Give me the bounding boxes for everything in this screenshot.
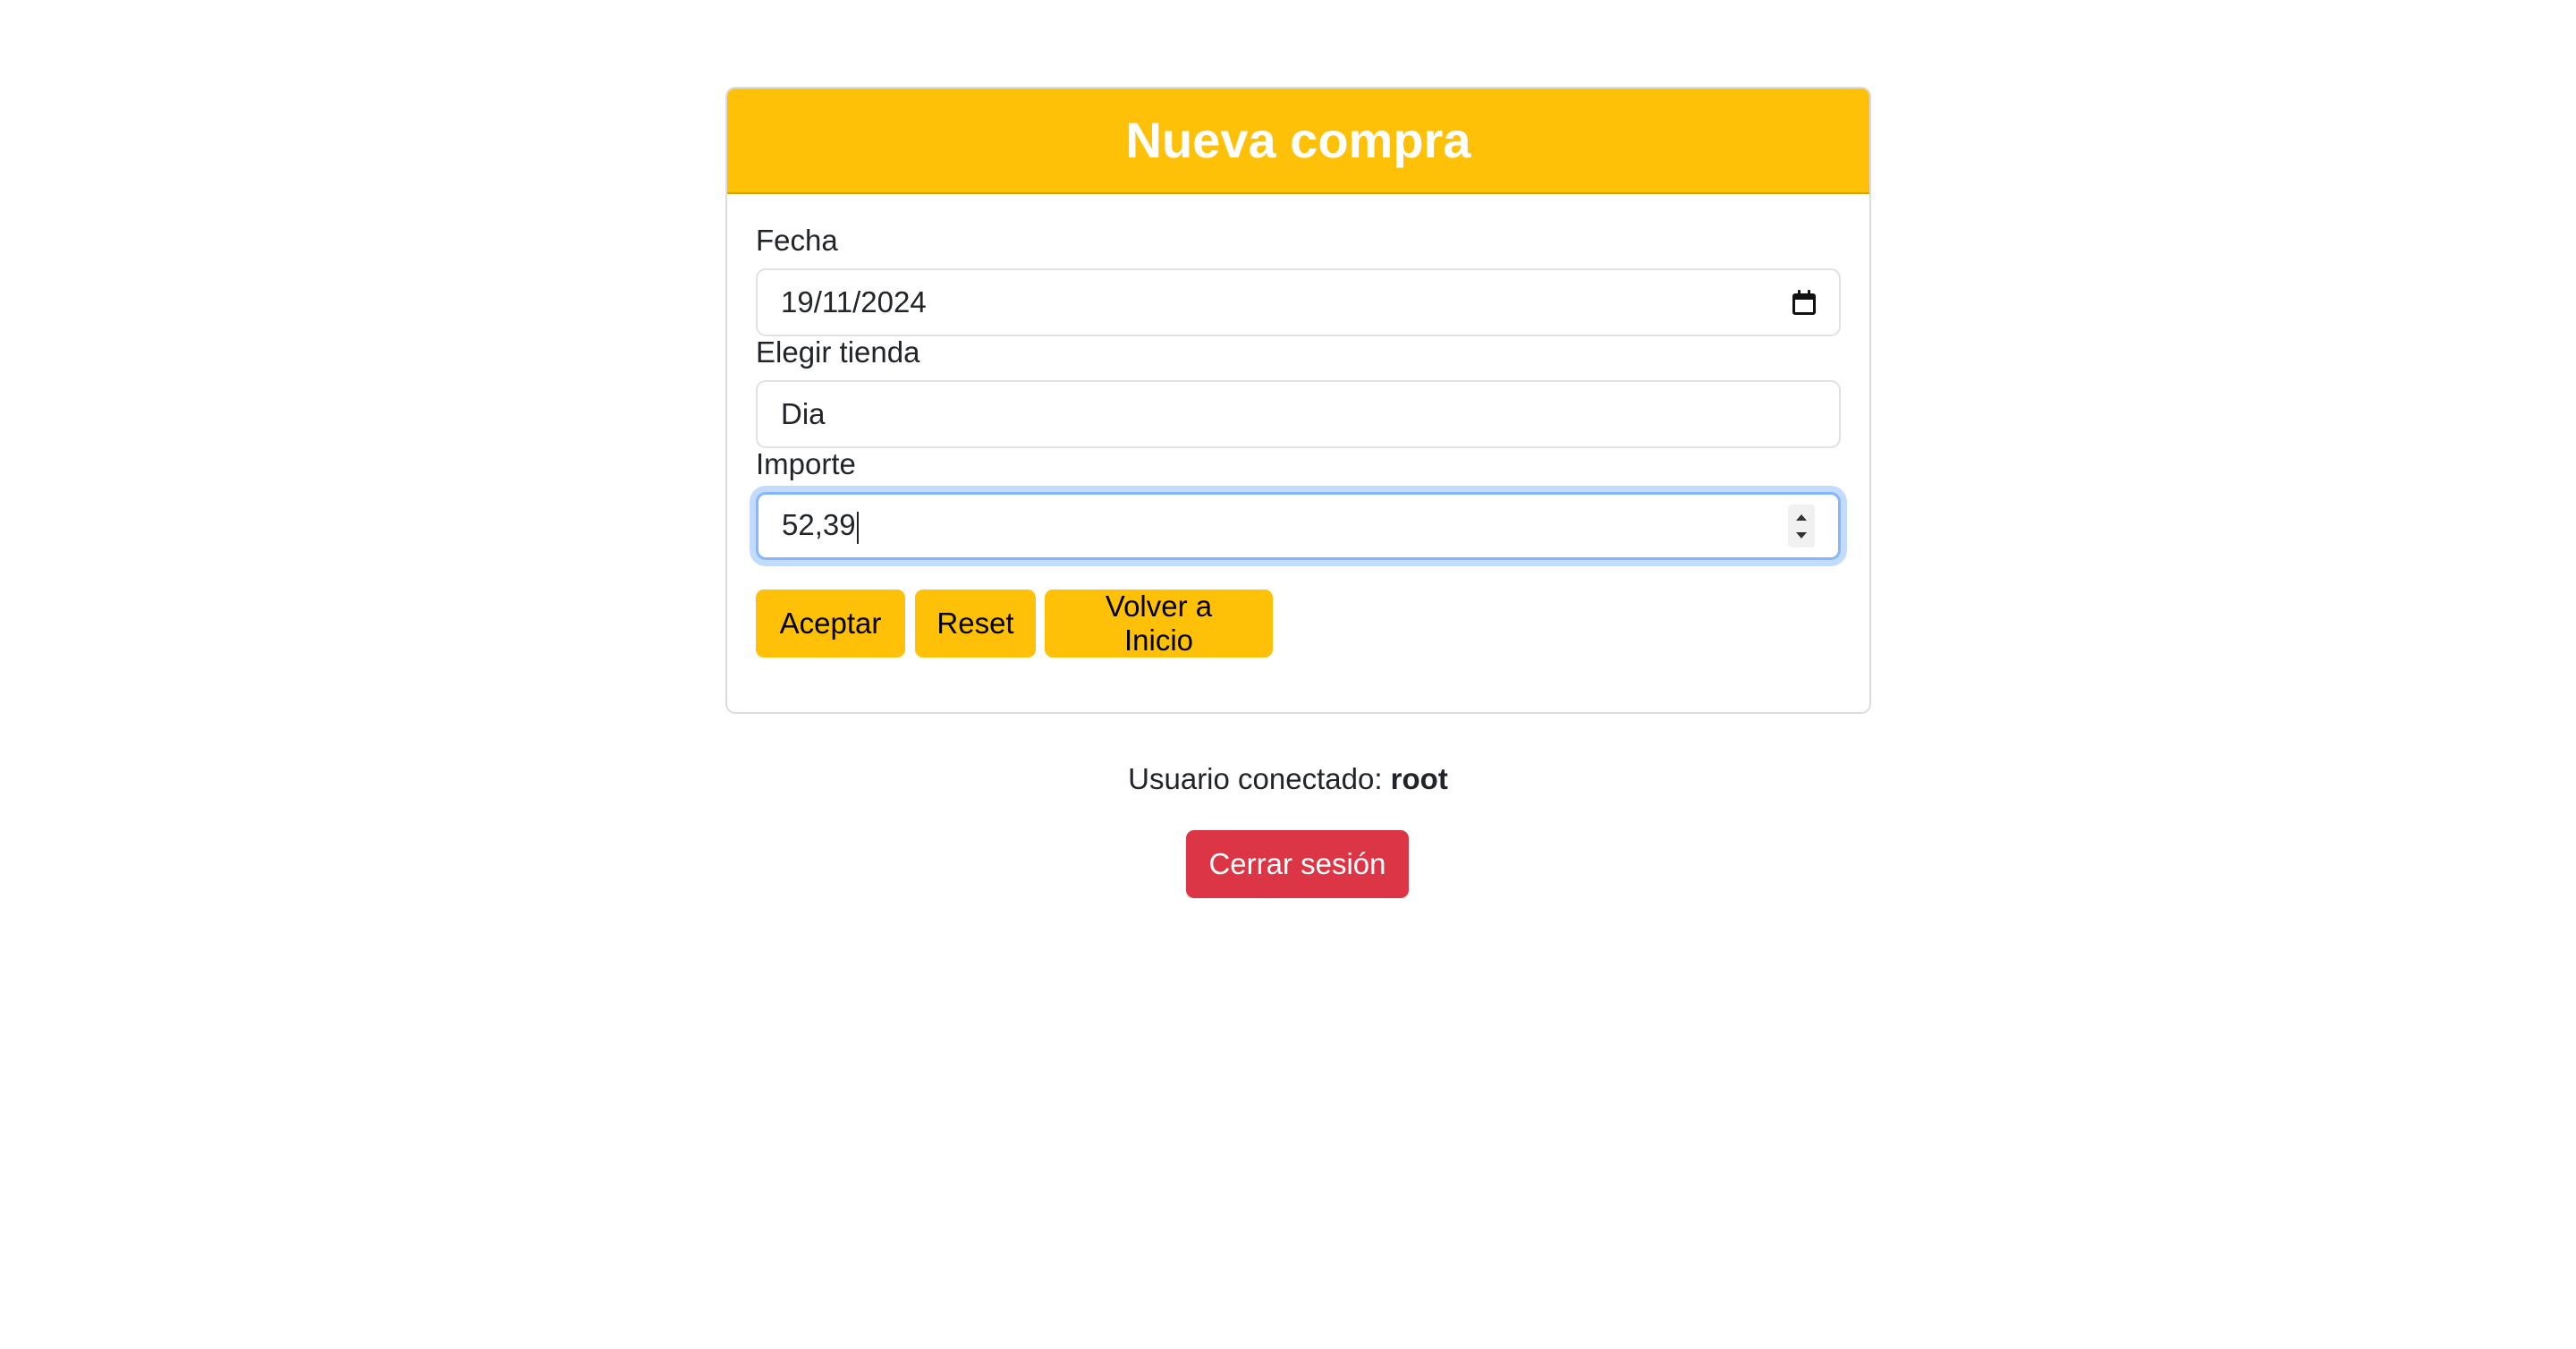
importe-value-wrapper: 52,39 [782, 508, 1788, 544]
fecha-date-input[interactable]: 19/11/2024 [756, 268, 1841, 336]
card-header: Nueva compra [727, 89, 1869, 194]
fecha-value: 19/11/2024 [781, 285, 927, 318]
importe-number-input[interactable]: 52,39 [756, 492, 1841, 560]
purchase-card: Nueva compra Fecha 19/11/2024 Elegir tie… [725, 87, 1871, 714]
tienda-value: Dia [781, 397, 826, 430]
calendar-icon[interactable] [1792, 290, 1816, 315]
importe-label: Importe [756, 447, 856, 480]
tienda-label: Elegir tienda [756, 335, 920, 369]
connected-username: root [1390, 762, 1448, 795]
volver-inicio-button[interactable]: Volver a Inicio [1045, 590, 1273, 658]
reset-button[interactable]: Reset [915, 590, 1036, 658]
spin-up-icon[interactable] [1796, 513, 1807, 521]
aceptar-button[interactable]: Aceptar [756, 590, 905, 658]
spin-down-icon[interactable] [1796, 531, 1807, 539]
tienda-select[interactable]: Dia [756, 380, 1841, 448]
fecha-label: Fecha [756, 224, 838, 257]
text-caret [856, 511, 859, 544]
importe-value: 52,39 [782, 508, 856, 542]
connected-user: Usuario conectado: root [0, 761, 2576, 797]
page-title: Nueva compra [1125, 112, 1471, 168]
logout-button[interactable]: Cerrar sesión [1186, 830, 1409, 898]
connected-user-prefix: Usuario conectado: [1128, 762, 1383, 795]
spinner-icon[interactable] [1788, 505, 1815, 547]
